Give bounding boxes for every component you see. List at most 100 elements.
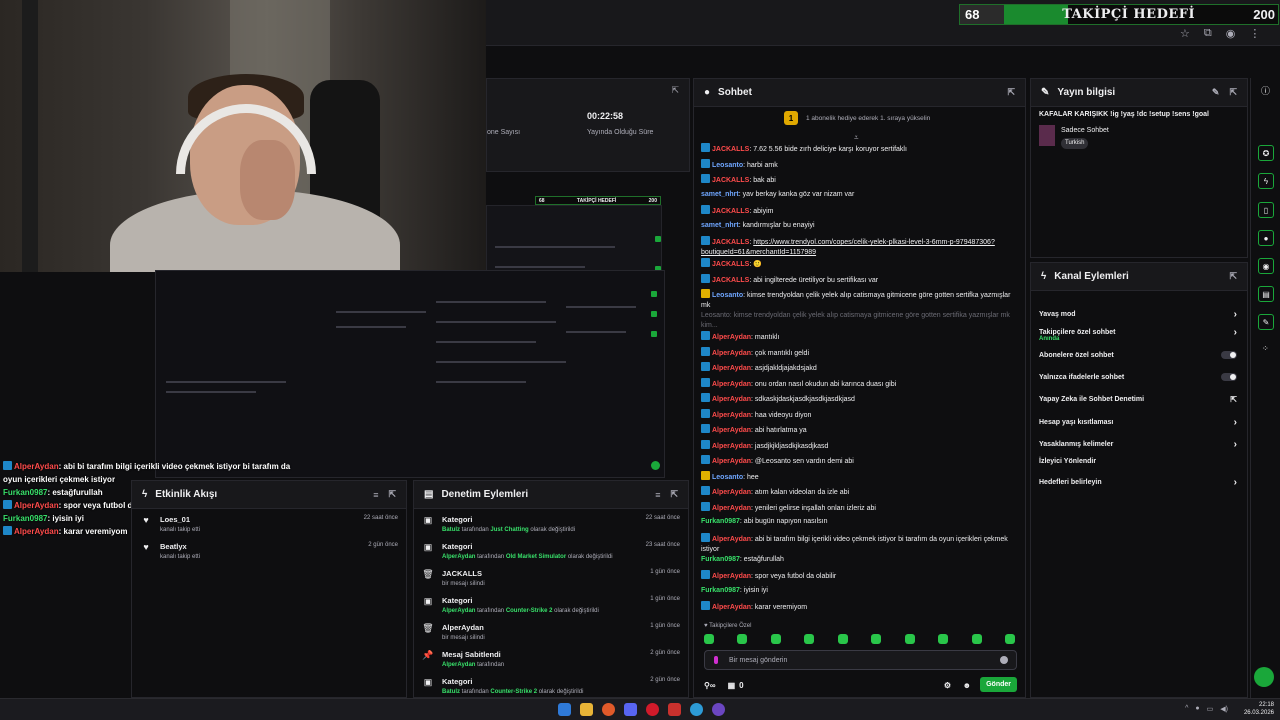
rail-lightning-icon[interactable]: ϟ [1258, 173, 1274, 189]
mod-action-icon: ▣ [423, 542, 433, 552]
help-button[interactable] [1254, 667, 1274, 687]
channel-action-item[interactable]: Yasaklanmış kelimeler › [1039, 439, 1237, 450]
rail-wrench-icon[interactable]: ✎ [1258, 314, 1274, 330]
badge-icon [701, 408, 710, 418]
mod-log-item[interactable]: 🗑 AlperAydan bir mesajı silindi 1 gün önce [414, 623, 688, 650]
opera-icon[interactable] [646, 703, 659, 716]
chat-username: JACKALLS [712, 276, 750, 284]
mod-log-tail: olarak değiştirildi [552, 608, 599, 614]
points-icon[interactable]: ▦ [728, 681, 736, 690]
channel-action-item[interactable]: Hesap yaşı kısıtlaması › [1039, 417, 1237, 428]
chat-username: JACKALLS [712, 239, 750, 246]
activity-item[interactable]: ♥ Beatlyx kanalı takip etti 2 gün önce [132, 542, 406, 569]
chat-message: Leosanto: kimse trendyoldan çelik yelek … [701, 289, 1017, 311]
channel-action-item[interactable]: Hedefleri belirleyin › [1039, 477, 1237, 488]
mod-action-icon: ▣ [423, 596, 433, 606]
rail-chat-icon[interactable]: ● [1258, 230, 1274, 246]
mod-log-item[interactable]: 🗑 JACKALLS bir mesajı silindi 1 gün önce [414, 569, 688, 596]
badge-icon [701, 174, 710, 183]
volume-icon[interactable]: ◀) [1220, 705, 1228, 713]
emote-icon[interactable] [770, 634, 781, 644]
info-icon[interactable]: ⓘ [1261, 84, 1270, 97]
rail-apps-icon[interactable]: ⁘ [1262, 344, 1269, 353]
language-tag[interactable]: Turkish [1061, 138, 1089, 149]
popout-icon[interactable]: ⇱ [1229, 271, 1237, 282]
collapse-icon[interactable]: ⩡ [854, 133, 859, 143]
edge-icon[interactable] [690, 703, 703, 716]
extensions-icon[interactable]: ⧉ [1204, 27, 1212, 40]
chat-text: : sdkaskjdaskjasdkjasdkjasdkjasd [751, 396, 855, 403]
emote-icon[interactable] [804, 634, 815, 644]
channel-action-item[interactable]: Yalnızca ifadelerle sohbet [1039, 373, 1237, 381]
toggle-switch[interactable] [1221, 351, 1237, 359]
send-button[interactable]: Gönder [980, 677, 1017, 692]
emote-icon[interactable] [837, 634, 848, 644]
toggle-switch[interactable] [1221, 373, 1237, 381]
popout-icon[interactable]: ⇱ [671, 85, 679, 96]
chat-username: Leosanto [712, 292, 744, 299]
filter-icon[interactable]: ≡ [655, 490, 660, 500]
discord-icon[interactable] [624, 703, 637, 716]
chat-username: JACKALLS [712, 208, 750, 215]
popout-icon[interactable]: ⇱ [670, 489, 678, 500]
menu-icon[interactable]: ⋮ [1249, 27, 1260, 40]
rail-list-icon[interactable]: ▤ [1258, 286, 1274, 302]
chevron-up-icon[interactable]: ^ [1185, 705, 1188, 713]
emote-icon[interactable] [971, 634, 982, 644]
channel-action-item[interactable]: Takipçilere özel sohbet Anında › [1039, 327, 1237, 342]
mic-icon[interactable]: ● [1195, 705, 1199, 713]
network-icon[interactable]: ▭ [1207, 705, 1214, 713]
chat-message: AlperAydan: onu ordan nasıl okudun abi k… [701, 377, 1017, 394]
mod-log-item[interactable]: ▣ Kategori AlperAydan tarafından Counter-S… [414, 596, 688, 623]
chat-username: Furkan0987 [701, 518, 740, 525]
mod-log-time: 2 gün önce [650, 650, 680, 656]
gift-leaderboard-banner[interactable]: 1 1 abonelik hediye ederek 1. sıraya yük… [784, 111, 1015, 125]
mod-log-item[interactable]: ▣ Kategori AlperAydan tarafından Old Marke… [414, 542, 688, 569]
popout-icon[interactable]: ⇱ [1007, 87, 1015, 98]
rail-mod-icon[interactable]: ✪ [1258, 145, 1274, 161]
popout-icon[interactable]: ⇱ [388, 489, 396, 500]
emote-icon[interactable] [1004, 634, 1015, 644]
popout-icon[interactable]: ⇱ [1229, 87, 1237, 98]
clock[interactable]: 22:18 26.03.2026 [1244, 701, 1274, 717]
filter-icon[interactable]: ≡ [373, 490, 378, 500]
emote-icon[interactable] [704, 634, 714, 644]
link-icon[interactable]: ⚲∞ [704, 681, 716, 690]
chat-username: AlperAydan [14, 527, 59, 536]
mod-log-item[interactable]: ▣ Kategori Batulz tarafından Just Chatting… [414, 515, 688, 542]
chat-username: AlperAydan [712, 573, 752, 580]
chat-input-placeholder: Bir mesaj gönderin [729, 656, 788, 664]
heart-icon: ♥ [143, 515, 149, 525]
mod-log-user: Batulz [442, 689, 460, 695]
badge-icon [701, 346, 710, 356]
emote-picker-icon[interactable] [1000, 656, 1008, 664]
chat-text: : 7.62 5.56 bide zırh deliciye karşı kor… [749, 146, 907, 153]
rail-document-icon[interactable]: ▯ [1258, 202, 1274, 218]
chrome-icon[interactable] [602, 703, 615, 716]
channel-action-item[interactable]: Yapay Zeka ile Sohbet Denetimi ⇱ [1039, 395, 1237, 404]
emote-icon[interactable] [938, 634, 949, 644]
chat-footer: ⚲∞ ▦ 0 ⚙ ☻ Gönder [704, 677, 1017, 693]
edit-icon[interactable]: ✎ [1212, 87, 1220, 98]
emote-icon[interactable] [904, 634, 915, 644]
app-icon[interactable] [668, 703, 681, 716]
emote-icon[interactable]: ☻ [963, 681, 971, 690]
channel-action-item[interactable]: İzleyici Yönlendir [1039, 458, 1237, 465]
profile-icon[interactable]: ◉ [1226, 27, 1236, 40]
star-icon[interactable]: ☆ [1180, 27, 1190, 40]
files-icon[interactable] [580, 703, 593, 716]
emote-icon[interactable] [737, 634, 748, 644]
chat-username: AlperAydan [712, 489, 752, 496]
channel-action-item[interactable]: Abonelere özel sohbet [1039, 351, 1237, 359]
channel-action-item[interactable]: Yavaş mod › [1039, 309, 1237, 320]
start-icon[interactable] [558, 703, 571, 716]
activity-item[interactable]: ♥ Loes_01 kanalı takip etti 22 saat önce [132, 515, 406, 542]
mod-log-item[interactable]: 📌 Mesaj Sabitlendi AlperAydan tarafından 2 … [414, 650, 688, 677]
chat-input[interactable]: Bir mesaj gönderin [704, 650, 1017, 670]
settings-icon[interactable]: ⚙ [944, 681, 951, 690]
obs-icon[interactable] [712, 703, 725, 716]
badge-icon [701, 424, 710, 433]
rail-broadcast-icon[interactable]: ◉ [1258, 258, 1274, 274]
emote-icon[interactable] [871, 634, 882, 644]
chat-message: AlperAydan: sdkaskjdaskjasdkjasdkjasdkja… [701, 393, 1017, 409]
